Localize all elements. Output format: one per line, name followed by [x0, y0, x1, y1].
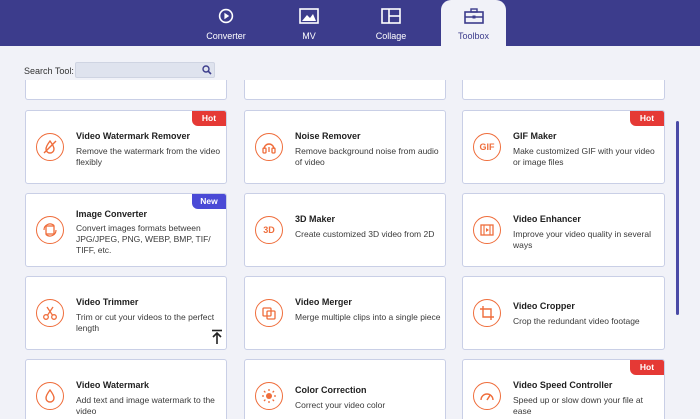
tool-card-video-merger[interactable]: Video Merger Merge multiple clips into a… — [244, 276, 446, 350]
tool-title: Video Merger — [295, 297, 352, 307]
video-enhancer-icon — [473, 216, 501, 244]
tool-title: Video Trimmer — [76, 297, 139, 307]
tool-description: Trim or cut your videos to the perfect l… — [76, 312, 215, 333]
mv-icon — [299, 8, 319, 24]
tool-card-video-watermark[interactable]: Video Watermark Add text and image water… — [25, 359, 227, 419]
tool-description: Correct your video color — [295, 400, 386, 410]
tab-mv[interactable]: MV — [277, 0, 341, 46]
search-field[interactable] — [75, 62, 215, 80]
hot-badge: Hot — [630, 360, 664, 375]
tool-title: Noise Remover — [295, 131, 361, 141]
tool-description: Remove background noise from audio of vi… — [295, 146, 439, 167]
tool-title: Video Enhancer — [513, 214, 581, 224]
hot-badge: Hot — [192, 111, 226, 126]
tab-label: Converter — [206, 31, 246, 41]
search-label: Search Tool: — [24, 66, 74, 76]
converter-icon — [218, 8, 234, 24]
tool-description: Remove the watermark from the video flex… — [76, 146, 221, 167]
watermark-icon — [36, 382, 64, 410]
tool-card-video-trimmer[interactable]: Video Trimmer Trim or cut your videos to… — [25, 276, 227, 350]
tab-label: Collage — [375, 31, 407, 41]
tool-description: Convert images formats between JPG/JPEG,… — [76, 223, 211, 255]
tool-card-color-correction[interactable]: Color Correction Correct your video colo… — [244, 359, 446, 419]
tool-title: GIF Maker — [513, 131, 557, 141]
tool-description: Create customized 3D video from 2D — [295, 229, 435, 239]
scissors-icon — [36, 299, 64, 327]
speed-icon — [473, 382, 501, 410]
tool-description: Merge multiple clips into a single piece — [295, 312, 441, 322]
hot-badge: Hot — [630, 111, 664, 126]
tool-card-video-cropper[interactable]: Video Cropper Crop the redundant video f… — [462, 276, 665, 350]
tab-collage[interactable]: Collage — [359, 0, 423, 46]
tool-card-image-converter[interactable]: New Image Converter Convert images forma… — [25, 193, 227, 267]
watermark-remover-icon — [36, 133, 64, 161]
crop-icon — [473, 299, 501, 327]
tool-card-video-speed-controller[interactable]: Hot Video Speed Controller Speed up or s… — [462, 359, 665, 419]
collage-icon — [381, 8, 401, 24]
tab-label: Toolbox — [457, 31, 490, 41]
gif-icon: GIF — [473, 133, 501, 161]
tool-card-gif-maker[interactable]: Hot GIF GIF Maker Make customized GIF wi… — [462, 110, 665, 184]
tool-description: Add text and image watermark to the vide… — [76, 395, 215, 416]
tool-title: Video Watermark — [76, 380, 150, 390]
tool-title: Video Speed Controller — [513, 380, 613, 390]
tool-title: Video Watermark Remover — [76, 131, 191, 141]
tool-card-video-watermark-remover[interactable]: Hot Video Watermark Remover Remove the w… — [25, 110, 227, 184]
noise-remover-icon — [255, 133, 283, 161]
tab-label: MV — [302, 31, 316, 41]
tab-converter[interactable]: Converter — [194, 0, 258, 46]
tool-title: Color Correction — [295, 385, 367, 395]
tool-card-video-enhancer[interactable]: Video Enhancer Improve your video qualit… — [462, 193, 665, 267]
tool-card-3d-maker[interactable]: 3D 3D Maker Create customized 3D video f… — [244, 193, 446, 267]
tab-toolbox[interactable]: Toolbox — [441, 0, 506, 46]
tool-card-partial[interactable] — [462, 80, 665, 100]
tool-card-noise-remover[interactable]: Noise Remover Remove background noise fr… — [244, 110, 446, 184]
back-to-top-icon[interactable] — [210, 329, 224, 345]
image-converter-icon — [36, 216, 64, 244]
tool-title: Video Cropper — [513, 301, 575, 311]
3d-icon: 3D — [255, 216, 283, 244]
tool-description: Improve your video quality in several wa… — [513, 229, 651, 250]
scrollbar-thumb[interactable] — [676, 121, 679, 315]
tool-title: 3D Maker — [295, 214, 336, 224]
toolbox-icon — [463, 8, 484, 24]
tool-card-partial[interactable] — [25, 80, 227, 100]
tool-description: Make customized GIF with your video or i… — [513, 146, 655, 167]
top-navigation-bar: Converter MV Collage Toolbox — [0, 0, 700, 46]
tool-description: Crop the redundant video footage — [513, 316, 640, 326]
color-correction-icon — [255, 382, 283, 410]
tool-title: Image Converter — [76, 209, 148, 219]
tool-card-partial[interactable] — [244, 80, 446, 100]
search-input[interactable] — [76, 66, 196, 80]
merge-icon — [255, 299, 283, 327]
search-icon[interactable] — [202, 65, 212, 75]
tool-description: Speed up or slow down your file at ease — [513, 395, 643, 416]
new-badge: New — [192, 194, 226, 209]
